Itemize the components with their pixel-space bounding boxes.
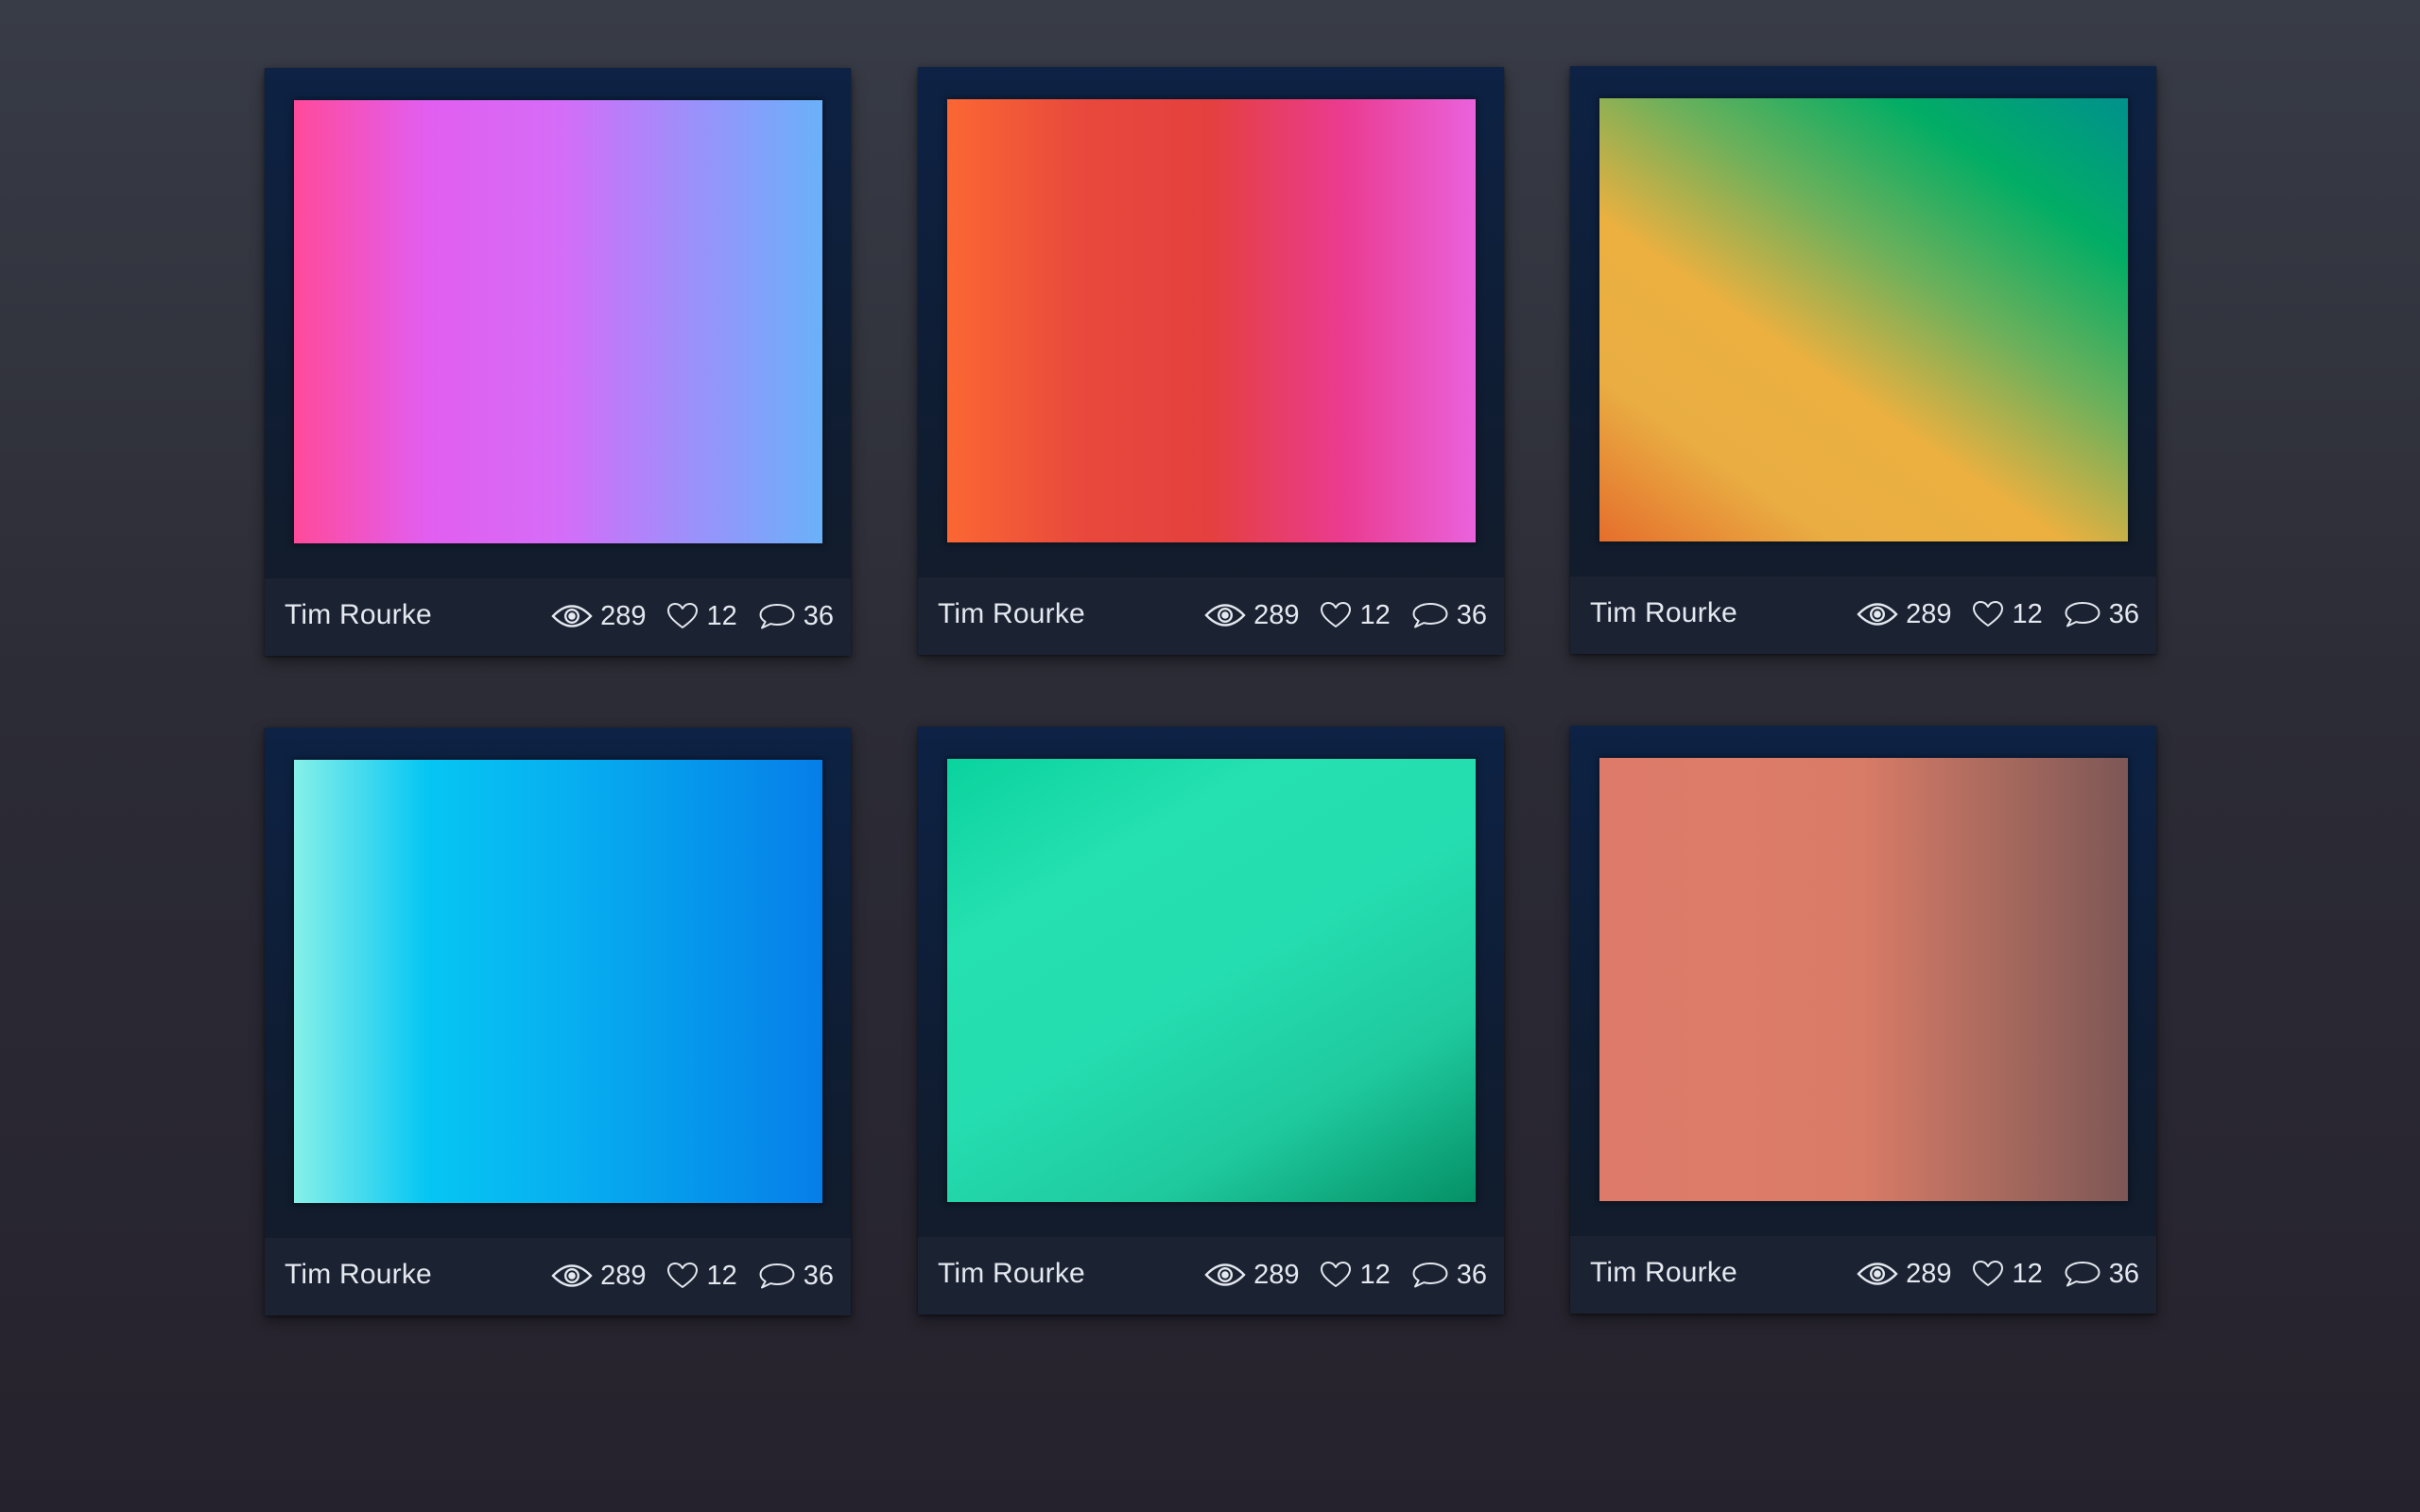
views-count: 289 — [1906, 598, 1952, 629]
comments-count: 36 — [803, 1260, 834, 1291]
comments-count: 36 — [1456, 599, 1487, 630]
card-stats: 289 12 36 — [551, 597, 834, 635]
speech-bubble-icon[interactable] — [1411, 1261, 1449, 1289]
likes-stat[interactable]: 12 — [666, 1260, 737, 1292]
gradient-card[interactable]: Tim Rourke 289 12 36 — [1570, 726, 2156, 1314]
heart-icon[interactable] — [1972, 600, 2004, 628]
eye-icon — [1857, 1262, 1898, 1286]
author-name[interactable]: Tim Rourke — [938, 1258, 1085, 1290]
heart-icon[interactable] — [666, 1262, 699, 1290]
likes-stat[interactable]: 12 — [1320, 1259, 1391, 1291]
comments-count: 36 — [2108, 598, 2139, 629]
comments-count: 36 — [803, 600, 834, 631]
author-name[interactable]: Tim Rourke — [938, 598, 1085, 630]
speech-bubble-icon[interactable] — [2064, 600, 2101, 628]
card-footer: Tim Rourke 289 12 36 — [1570, 1236, 2156, 1314]
eye-icon — [551, 1263, 593, 1288]
eye-icon — [1204, 603, 1246, 627]
card-footer: Tim Rourke 289 12 36 — [1570, 576, 2156, 654]
views-count: 289 — [1906, 1258, 1952, 1289]
card-footer: Tim Rourke 289 12 36 — [265, 578, 851, 656]
card-stats: 289 12 36 — [551, 1257, 834, 1295]
views-count: 289 — [1253, 1259, 1300, 1290]
eye-icon — [1204, 1263, 1246, 1287]
author-name[interactable]: Tim Rourke — [285, 599, 432, 631]
speech-bubble-icon[interactable] — [758, 1262, 796, 1290]
speech-bubble-icon[interactable] — [1411, 601, 1449, 629]
gradient-preview[interactable] — [947, 99, 1476, 542]
gradient-preview[interactable] — [947, 759, 1476, 1202]
comments-stat[interactable]: 36 — [1411, 1260, 1487, 1291]
gallery-grid: Tim Rourke 289 12 36 Tim Rourke 289 12 3… — [0, 0, 2420, 1512]
gradient-card[interactable]: Tim Rourke 289 12 36 — [918, 727, 1504, 1314]
card-stats: 289 12 36 — [1204, 596, 1487, 634]
views-count: 289 — [600, 600, 647, 631]
likes-stat[interactable]: 12 — [1972, 1258, 2043, 1290]
heart-icon[interactable] — [666, 602, 699, 630]
comments-count: 36 — [2108, 1258, 2139, 1289]
likes-count: 12 — [706, 600, 737, 631]
likes-stat[interactable]: 12 — [1320, 599, 1391, 631]
likes-count: 12 — [706, 1260, 737, 1291]
gradient-preview[interactable] — [294, 760, 822, 1203]
views-count: 289 — [600, 1260, 647, 1291]
views-stat: 289 — [551, 1261, 646, 1292]
views-count: 289 — [1253, 599, 1300, 630]
likes-count: 12 — [1359, 599, 1391, 630]
gradient-preview[interactable] — [1599, 98, 2128, 541]
author-name[interactable]: Tim Rourke — [1590, 597, 1737, 629]
comments-stat[interactable]: 36 — [2064, 599, 2139, 630]
likes-count: 12 — [2012, 1258, 2043, 1289]
card-footer: Tim Rourke 289 12 36 — [265, 1238, 851, 1315]
card-stats: 289 12 36 — [1204, 1256, 1487, 1294]
heart-icon[interactable] — [1972, 1260, 2004, 1288]
heart-icon[interactable] — [1320, 601, 1352, 629]
views-stat: 289 — [551, 601, 646, 632]
gradient-card[interactable]: Tim Rourke 289 12 36 — [265, 68, 851, 656]
views-stat: 289 — [1857, 1259, 1951, 1290]
comments-stat[interactable]: 36 — [758, 601, 834, 632]
author-name[interactable]: Tim Rourke — [285, 1259, 432, 1291]
speech-bubble-icon[interactable] — [758, 602, 796, 630]
heart-icon[interactable] — [1320, 1261, 1352, 1289]
gradient-card[interactable]: Tim Rourke 289 12 36 — [265, 728, 851, 1315]
card-stats: 289 12 36 — [1857, 595, 2139, 633]
gradient-preview[interactable] — [294, 100, 822, 543]
likes-stat[interactable]: 12 — [1972, 598, 2043, 630]
comments-stat[interactable]: 36 — [2064, 1259, 2139, 1290]
likes-count: 12 — [1359, 1259, 1391, 1290]
eye-icon — [551, 604, 593, 628]
speech-bubble-icon[interactable] — [2064, 1260, 2101, 1288]
comments-count: 36 — [1456, 1259, 1487, 1290]
author-name[interactable]: Tim Rourke — [1590, 1257, 1737, 1289]
gradient-card[interactable]: Tim Rourke 289 12 36 — [918, 67, 1504, 655]
gradient-preview[interactable] — [1599, 758, 2128, 1201]
card-stats: 289 12 36 — [1857, 1255, 2139, 1293]
comments-stat[interactable]: 36 — [1411, 600, 1487, 631]
eye-icon — [1857, 602, 1898, 627]
likes-stat[interactable]: 12 — [666, 600, 737, 632]
gradient-card[interactable]: Tim Rourke 289 12 36 — [1570, 66, 2156, 654]
views-stat: 289 — [1204, 1260, 1299, 1291]
card-footer: Tim Rourke 289 12 36 — [918, 577, 1504, 655]
views-stat: 289 — [1857, 599, 1951, 630]
likes-count: 12 — [2012, 598, 2043, 629]
card-footer: Tim Rourke 289 12 36 — [918, 1237, 1504, 1314]
comments-stat[interactable]: 36 — [758, 1261, 834, 1292]
views-stat: 289 — [1204, 600, 1299, 631]
